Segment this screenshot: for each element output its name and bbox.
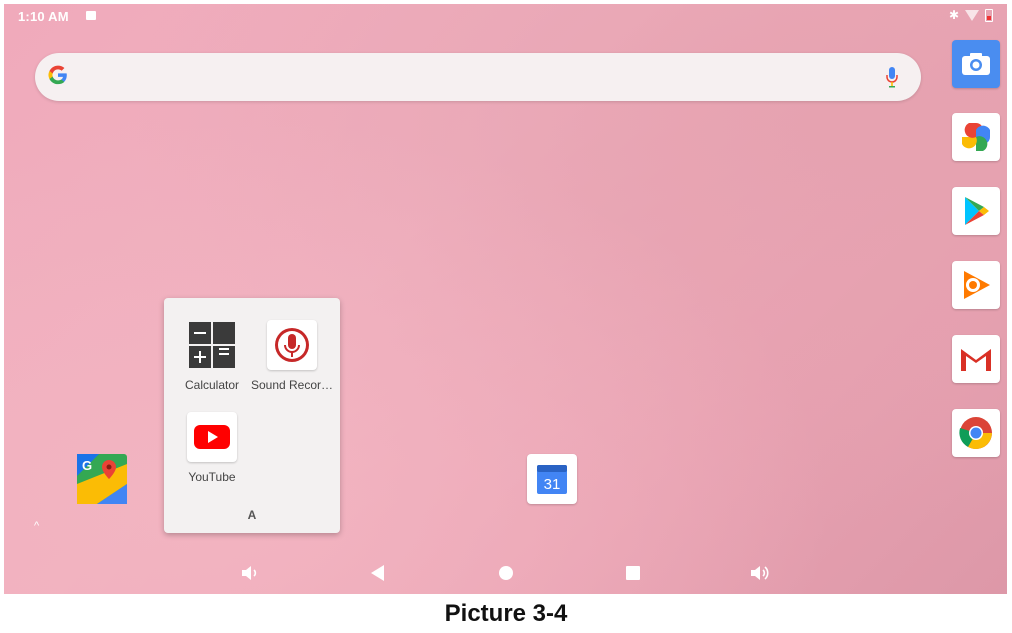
bluetooth-icon: ✱ [948, 8, 959, 22]
calendar-icon[interactable]: 31 [527, 454, 577, 504]
folder-name[interactable]: A [164, 508, 340, 522]
app-sound-recorder[interactable]: Sound Recor… [248, 320, 336, 392]
calculator-icon [187, 320, 237, 370]
status-time: 1:10 AM [18, 9, 69, 24]
volume-down-icon[interactable] [237, 560, 263, 586]
tablet-screen: 1:10 AM ✱ Calculator Sound Recor… YouTub… [4, 4, 1007, 594]
play-music-icon[interactable] [952, 261, 1000, 309]
camera-icon[interactable] [952, 40, 1000, 88]
google-search-bar[interactable] [35, 53, 921, 101]
app-folder-popup: Calculator Sound Recor… YouTube A [164, 298, 340, 533]
wifi-icon [965, 9, 979, 21]
gmail-icon[interactable] [952, 335, 1000, 383]
calendar-date: 31 [544, 476, 561, 493]
figure-caption: Picture 3-4 [444, 600, 568, 627]
app-youtube[interactable]: YouTube [168, 412, 256, 484]
app-drawer-caret-icon[interactable]: ^ [34, 520, 39, 532]
volume-up-icon[interactable] [747, 560, 773, 586]
app-label: Calculator [184, 378, 240, 392]
photos-icon[interactable] [952, 113, 1000, 161]
app-calculator[interactable]: Calculator [168, 320, 256, 392]
google-icon [47, 64, 69, 93]
chrome-icon[interactable] [952, 409, 1000, 457]
back-button[interactable] [365, 560, 391, 586]
image-notification-icon [86, 11, 96, 20]
svg-text:G: G [82, 458, 92, 473]
youtube-icon [187, 412, 237, 462]
sound-recorder-icon [267, 320, 317, 370]
play-store-icon[interactable] [952, 187, 1000, 235]
maps-icon[interactable]: G [77, 454, 127, 504]
navigation-bar [4, 556, 1007, 590]
app-label: YouTube [188, 470, 236, 484]
microphone-icon[interactable] [885, 65, 899, 89]
battery-icon [985, 8, 993, 22]
status-bar: 1:10 AM ✱ [4, 4, 1007, 28]
app-label: Sound Recor… [250, 378, 334, 392]
recent-apps-button[interactable] [620, 560, 646, 586]
home-button[interactable] [493, 560, 519, 586]
